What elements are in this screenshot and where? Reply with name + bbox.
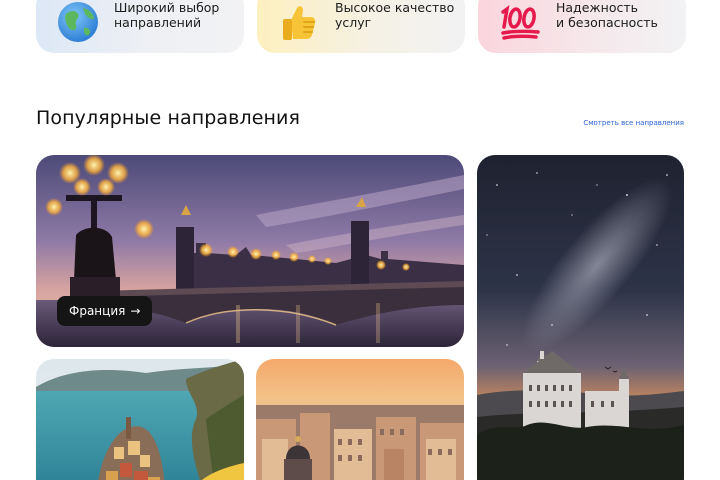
germany-photo: [477, 155, 684, 480]
destination-name: Франция: [69, 304, 126, 318]
spain-photo: [256, 359, 464, 480]
destination-card-france[interactable]: Франция →: [36, 155, 464, 347]
destination-card-germany[interactable]: [477, 155, 684, 480]
globe-icon: [56, 0, 100, 44]
arrow-right-icon: →: [130, 304, 141, 318]
feature-line1: Высокое качество: [335, 0, 455, 15]
feature-line2: услуг: [335, 15, 372, 30]
features-row: Широкий выбор направлений Высокое качест…: [36, 0, 686, 53]
feature-line2: и безопасность: [556, 15, 658, 30]
feature-line1: Широкий выбор: [114, 0, 220, 15]
feature-card-wide-choice: Широкий выбор направлений: [36, 0, 244, 53]
feature-text: Широкий выбор направлений: [114, 0, 219, 30]
section-title: Популярные направления: [36, 107, 300, 129]
see-all-link[interactable]: Смотреть все направления: [583, 119, 684, 127]
feature-card-reliability: Надежность и безопасность: [478, 0, 686, 53]
thumbs-up-icon: [277, 0, 321, 44]
destination-label-france[interactable]: Франция →: [57, 296, 153, 326]
feature-line2: направлений: [114, 15, 202, 30]
destination-card-spain[interactable]: [256, 359, 464, 480]
hundred-points-icon: [498, 0, 542, 44]
feature-text: Надежность и безопасность: [556, 0, 658, 30]
destination-card-italy[interactable]: [36, 359, 244, 480]
feature-text: Высокое качество услуг: [335, 0, 454, 30]
feature-card-quality: Высокое качество услуг: [257, 0, 465, 53]
italy-photo: [36, 359, 244, 480]
feature-line1: Надежность: [556, 0, 638, 15]
